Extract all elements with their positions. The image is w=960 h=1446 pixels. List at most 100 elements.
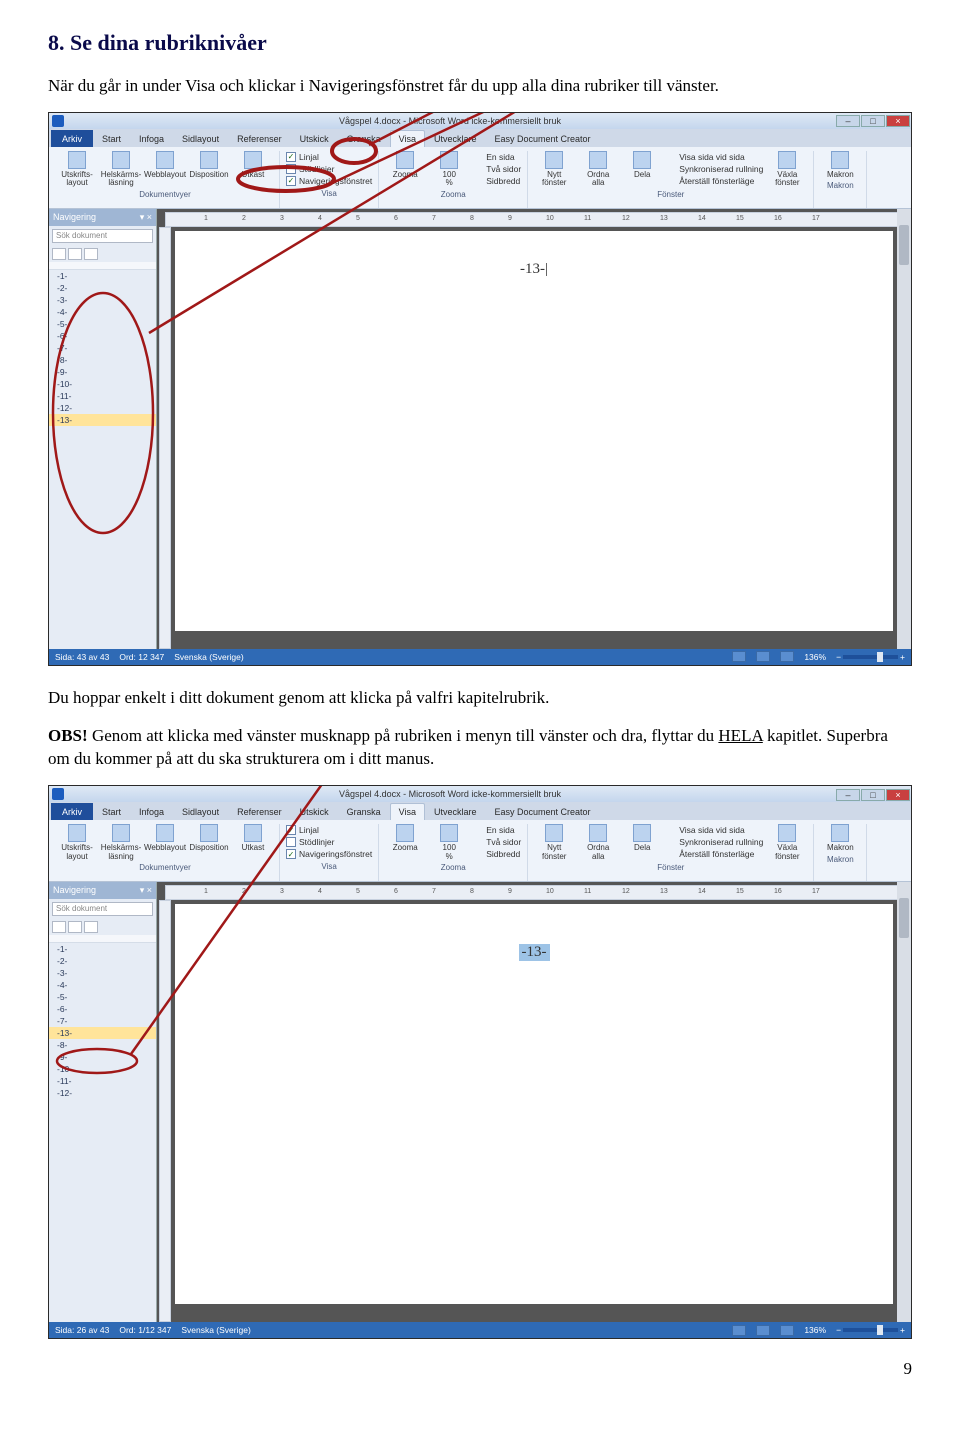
vertical-scrollbar[interactable] bbox=[897, 209, 911, 649]
nav-item[interactable]: -10- bbox=[49, 378, 156, 390]
status-page[interactable]: Sida: 43 av 43 bbox=[55, 652, 109, 662]
tab-referenser[interactable]: Referenser bbox=[228, 130, 291, 147]
nav-item[interactable]: -7- bbox=[49, 1015, 156, 1027]
nav-item[interactable]: -6- bbox=[49, 1003, 156, 1015]
nav-view-pages[interactable] bbox=[68, 248, 82, 260]
nav-search-input[interactable]: Sök dokument bbox=[52, 902, 153, 916]
maximize-button[interactable]: □ bbox=[861, 115, 885, 127]
nav-item[interactable]: -12- bbox=[49, 1087, 156, 1099]
close-button[interactable]: × bbox=[886, 115, 910, 127]
tab-arkiv[interactable]: Arkiv bbox=[51, 130, 93, 147]
nav-item[interactable]: -4- bbox=[49, 979, 156, 991]
zoom-opt-två-sidor[interactable]: Två sidor bbox=[473, 163, 521, 175]
tab-infoga[interactable]: Infoga bbox=[130, 130, 173, 147]
zoom-opt-sidbredd[interactable]: Sidbredd bbox=[473, 175, 521, 187]
view-utskrifts-[interactable]: Utskrifts-layout bbox=[57, 151, 97, 188]
view-webblayout[interactable]: Webblayout bbox=[145, 824, 185, 852]
nav-item[interactable]: -6- bbox=[49, 330, 156, 342]
nav-item[interactable]: -1- bbox=[49, 943, 156, 955]
nav-item[interactable]: -2- bbox=[49, 282, 156, 294]
checkbox-stödlinjer[interactable]: Stödlinjer bbox=[286, 163, 372, 175]
tab-infoga[interactable]: Infoga bbox=[130, 803, 173, 820]
checkbox-stödlinjer[interactable]: Stödlinjer bbox=[286, 836, 372, 848]
tab-granska[interactable]: Granska bbox=[338, 130, 390, 147]
nav-item[interactable]: -4- bbox=[49, 306, 156, 318]
window-opt-återställ-fönsterläge[interactable]: Återställ fönsterläge bbox=[666, 848, 763, 860]
nav-item[interactable]: -8- bbox=[49, 354, 156, 366]
window-ordna[interactable]: Ordnaalla bbox=[578, 151, 618, 188]
status-page[interactable]: Sida: 26 av 43 bbox=[55, 1325, 109, 1335]
tab-start[interactable]: Start bbox=[93, 803, 130, 820]
nav-item[interactable]: -1- bbox=[49, 270, 156, 282]
window-ordna[interactable]: Ordnaalla bbox=[578, 824, 618, 861]
tab-start[interactable]: Start bbox=[93, 130, 130, 147]
document-page[interactable]: -13-| bbox=[175, 231, 893, 631]
tab-visa[interactable]: Visa bbox=[390, 803, 425, 820]
window-opt-synkroniserad-rullning[interactable]: Synkroniserad rullning bbox=[666, 163, 763, 175]
nav-item[interactable]: -9- bbox=[49, 1051, 156, 1063]
tab-easy-document-creator[interactable]: Easy Document Creator bbox=[486, 803, 600, 820]
nav-view-results[interactable] bbox=[84, 248, 98, 260]
tab-referenser[interactable]: Referenser bbox=[228, 803, 291, 820]
window-opt-visa-sida-vid-sida[interactable]: Visa sida vid sida bbox=[666, 151, 763, 163]
zoom-100[interactable]: 100% bbox=[429, 151, 469, 188]
zoom-opt-en-sida[interactable]: En sida bbox=[473, 824, 521, 836]
nav-view-headings[interactable] bbox=[52, 248, 66, 260]
nav-item[interactable]: -3- bbox=[49, 967, 156, 979]
nav-close-icon[interactable]: ▾ × bbox=[140, 212, 152, 223]
zoom-opt-sidbredd[interactable]: Sidbredd bbox=[473, 848, 521, 860]
zoom-100[interactable]: 100% bbox=[429, 824, 469, 861]
status-zoom[interactable]: 136% bbox=[804, 1325, 826, 1335]
zoom-slider[interactable]: −+ bbox=[836, 652, 905, 662]
nav-view-pages[interactable] bbox=[68, 921, 82, 933]
view-web-icon[interactable] bbox=[780, 651, 794, 662]
tab-utvecklare[interactable]: Utvecklare bbox=[425, 130, 486, 147]
tab-sidlayout[interactable]: Sidlayout bbox=[173, 130, 228, 147]
checkbox-navigeringsfönstret[interactable]: ✓Navigeringsfönstret bbox=[286, 175, 372, 187]
document-page[interactable]: -13- bbox=[175, 904, 893, 1304]
nav-item[interactable]: -7- bbox=[49, 342, 156, 354]
window-opt-synkroniserad-rullning[interactable]: Synkroniserad rullning bbox=[666, 836, 763, 848]
switch-window-button[interactable]: Växlafönster bbox=[767, 824, 807, 861]
checkbox-navigeringsfönstret[interactable]: ✓Navigeringsfönstret bbox=[286, 848, 372, 860]
nav-item[interactable]: -12- bbox=[49, 402, 156, 414]
nav-item[interactable]: -11- bbox=[49, 1075, 156, 1087]
nav-item[interactable]: -2- bbox=[49, 955, 156, 967]
view-print-icon[interactable] bbox=[732, 1325, 746, 1336]
vertical-scrollbar[interactable] bbox=[897, 882, 911, 1322]
view-disposition[interactable]: Disposition bbox=[189, 824, 229, 852]
view-web-icon[interactable] bbox=[780, 1325, 794, 1336]
tab-sidlayout[interactable]: Sidlayout bbox=[173, 803, 228, 820]
tab-utskick[interactable]: Utskick bbox=[291, 130, 338, 147]
tab-arkiv[interactable]: Arkiv bbox=[51, 803, 93, 820]
window-opt-visa-sida-vid-sida[interactable]: Visa sida vid sida bbox=[666, 824, 763, 836]
view-read-icon[interactable] bbox=[756, 651, 770, 662]
status-zoom[interactable]: 136% bbox=[804, 652, 826, 662]
nav-view-headings[interactable] bbox=[52, 921, 66, 933]
checkbox-linjal[interactable]: ✓Linjal bbox=[286, 151, 372, 163]
window-dela[interactable]: Dela bbox=[622, 151, 662, 179]
minimize-button[interactable]: – bbox=[836, 115, 860, 127]
nav-item[interactable]: -10- bbox=[49, 1063, 156, 1075]
tab-easy-document-creator[interactable]: Easy Document Creator bbox=[486, 130, 600, 147]
nav-item[interactable]: -13- bbox=[49, 1027, 156, 1039]
status-lang[interactable]: Svenska (Sverige) bbox=[181, 1325, 250, 1335]
window-dela[interactable]: Dela bbox=[622, 824, 662, 852]
view-webblayout[interactable]: Webblayout bbox=[145, 151, 185, 179]
zoom-slider[interactable]: −+ bbox=[836, 1325, 905, 1335]
tab-granska[interactable]: Granska bbox=[338, 803, 390, 820]
nav-item[interactable]: -13- bbox=[49, 414, 156, 426]
view-disposition[interactable]: Disposition bbox=[189, 151, 229, 179]
view-helskärms-[interactable]: Helskärms-läsning bbox=[101, 151, 141, 188]
nav-search-input[interactable]: Sök dokument bbox=[52, 229, 153, 243]
nav-item[interactable]: -5- bbox=[49, 318, 156, 330]
view-utskrifts-[interactable]: Utskrifts-layout bbox=[57, 824, 97, 861]
switch-window-button[interactable]: Växlafönster bbox=[767, 151, 807, 188]
nav-close-icon[interactable]: ▾ × bbox=[140, 885, 152, 896]
window-nytt[interactable]: Nyttfönster bbox=[534, 824, 574, 861]
nav-item[interactable]: -11- bbox=[49, 390, 156, 402]
view-read-icon[interactable] bbox=[756, 1325, 770, 1336]
zoom-zooma[interactable]: Zooma bbox=[385, 824, 425, 852]
close-button[interactable]: × bbox=[886, 789, 910, 801]
tab-utskick[interactable]: Utskick bbox=[291, 803, 338, 820]
